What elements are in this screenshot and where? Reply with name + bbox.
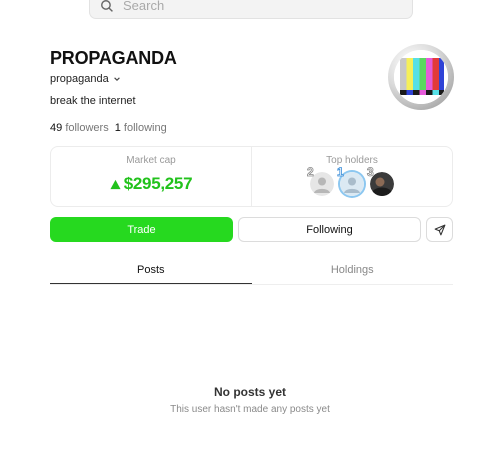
search-input[interactable]: Search (123, 0, 164, 13)
following-link[interactable]: 1 following (115, 122, 167, 134)
holder-rank: 2 (307, 165, 314, 179)
follow-counts: 49 followers 1 following (50, 122, 167, 134)
holder-rank: 3 (367, 165, 374, 179)
tab-posts[interactable]: Posts (50, 256, 252, 284)
top-holders-list: 2 1 3 (252, 166, 452, 196)
empty-state-subtitle: This user hasn't made any posts yet (170, 404, 330, 415)
profile-handle: propaganda (50, 73, 109, 85)
holder-avatar[interactable]: 2 (307, 166, 334, 196)
following-button[interactable]: Following (238, 217, 421, 242)
top-holders-cell: Top holders 2 1 3 (251, 147, 452, 206)
market-cap-value: $295,257 (123, 174, 193, 193)
triangle-up-icon (110, 179, 121, 189)
profile-bio: break the internet (50, 95, 136, 107)
share-button[interactable] (426, 217, 453, 242)
stats-card: Market cap $295,257 Top holders 2 1 3 (50, 146, 453, 207)
following-label: following (123, 122, 167, 134)
profile-name: PROPAGANDA (50, 48, 177, 68)
profile-tabs: Posts Holdings (50, 256, 453, 285)
holder-avatar[interactable]: 3 (367, 166, 394, 196)
market-cap-label: Market cap (126, 155, 176, 166)
followers-link[interactable]: 49 followers (50, 122, 109, 134)
market-cap-value-row: $295,257 (51, 174, 251, 194)
handle-dropdown[interactable]: propaganda (50, 73, 121, 85)
following-count: 1 (114, 122, 121, 134)
followers-count: 49 (50, 122, 63, 134)
followers-label: followers (65, 122, 109, 134)
send-icon (434, 224, 445, 235)
market-cap-cell: Market cap $295,257 (51, 147, 251, 206)
color-bars-logo (394, 50, 448, 104)
top-holders-label: Top holders (326, 155, 378, 166)
trade-button[interactable]: Trade (50, 217, 233, 242)
chevron-down-icon (113, 77, 120, 81)
profile-avatar (388, 44, 454, 110)
holder-rank: 1 (337, 165, 344, 179)
tab-holdings[interactable]: Holdings (252, 256, 454, 284)
holder-avatar[interactable]: 1 (337, 166, 364, 196)
search-icon (101, 0, 113, 12)
search-bar[interactable]: Search (89, 0, 413, 19)
empty-state-title: No posts yet (213, 385, 286, 399)
